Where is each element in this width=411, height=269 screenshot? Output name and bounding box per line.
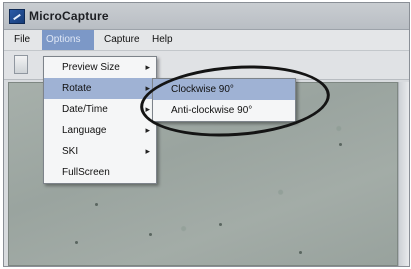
submenu-arrow-icon: ▸ [145,125,150,135]
microscope-camera-icon [9,9,25,24]
menu-item-label: Date/Time [62,104,108,115]
preview-speck [75,241,78,244]
preview-speck [149,233,152,236]
menu-item-label: Language [62,125,107,136]
submenu-arrow-icon: ▸ [145,62,150,72]
menu-bar: File Options Capture Help [4,30,409,51]
window-title: MicroCapture [29,9,109,23]
menu-help[interactable]: Help [148,30,177,50]
menu-item-rotate[interactable]: Rotate ▸ [44,78,156,99]
menu-item-clockwise-90[interactable]: Clockwise 90° [153,79,295,100]
submenu-arrow-icon: ▸ [145,83,150,93]
menu-item-fullscreen[interactable]: FullScreen [44,162,156,183]
menu-item-preview-size[interactable]: Preview Size ▸ [44,57,156,78]
submenu-arrow-icon: ▸ [145,104,150,114]
options-menu: Preview Size ▸ Rotate ▸ Date/Time ▸ Lang… [43,56,157,184]
menu-file[interactable]: File [10,30,34,50]
submenu-arrow-icon: ▸ [145,146,150,156]
menu-item-language[interactable]: Language ▸ [44,120,156,141]
preview-speck [219,223,222,226]
menu-item-label: FullScreen [62,167,110,178]
vertical-scrollbar[interactable] [398,82,409,266]
menu-item-anticlockwise-90[interactable]: Anti-clockwise 90° [153,100,295,121]
preview-speck [339,143,342,146]
rotate-submenu: Clockwise 90° Anti-clockwise 90° [152,78,296,122]
menu-item-label: SKI [62,146,79,157]
menu-options[interactable]: Options [42,30,94,50]
preview-speck [299,251,302,254]
menu-capture[interactable]: Capture [100,30,144,50]
preview-speck [95,203,98,206]
title-bar: MicroCapture [4,3,409,30]
menu-item-date-time[interactable]: Date/Time ▸ [44,99,156,120]
menu-item-label: Preview Size [62,62,120,73]
capture-icon[interactable] [14,55,28,74]
menu-item-ski[interactable]: SKI ▸ [44,141,156,162]
menu-item-label: Rotate [62,83,92,94]
